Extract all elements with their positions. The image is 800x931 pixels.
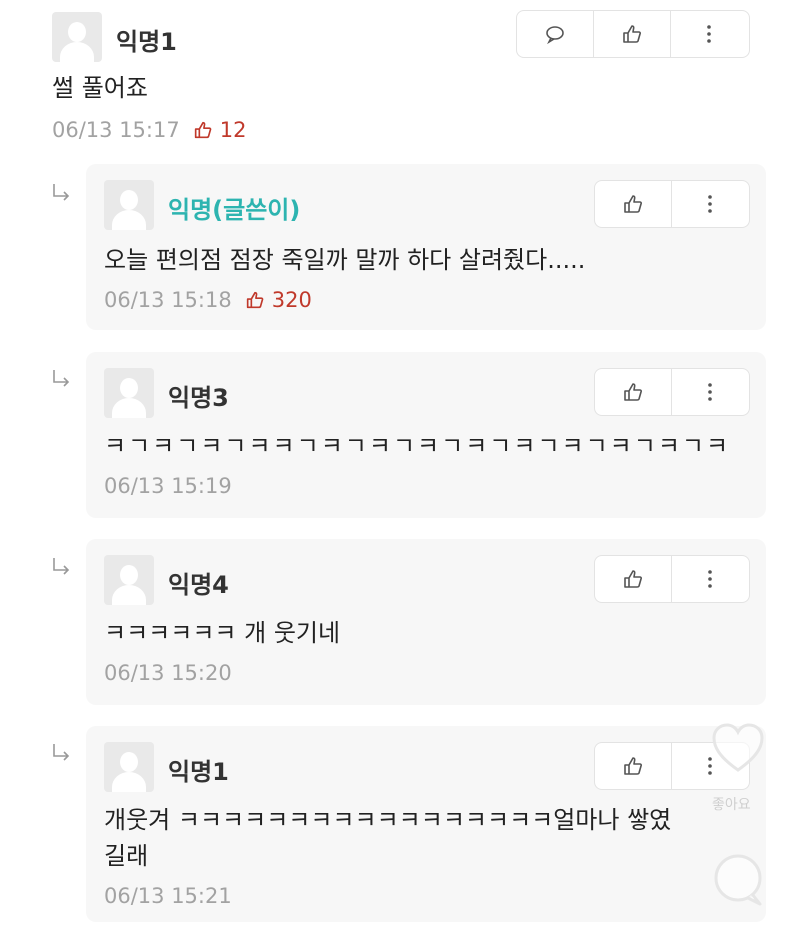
reply-button[interactable] bbox=[517, 11, 594, 57]
comment-meta: 06/13 15:19 bbox=[104, 474, 232, 498]
author-name: 익명(글쓴이) bbox=[168, 196, 301, 224]
heart-icon[interactable] bbox=[708, 720, 768, 776]
more-vertical-icon bbox=[708, 383, 712, 401]
thumbs-up-icon bbox=[623, 25, 641, 43]
thumbs-up-icon bbox=[624, 383, 642, 401]
author-name: 익명1 bbox=[116, 28, 177, 56]
like-overlay-label[interactable]: 좋아요 bbox=[712, 794, 751, 814]
more-button[interactable] bbox=[672, 369, 748, 415]
avatar bbox=[104, 368, 154, 418]
comment-text: 오늘 편의점 점장 죽일까 말까 하다 살려줬다..... bbox=[104, 246, 586, 274]
comment-actions bbox=[516, 10, 750, 58]
author-name: 익명1 bbox=[168, 758, 229, 786]
comment-text-line: 개웃겨 ㅋㅋㅋㅋㅋㅋㅋㅋㅋㅋㅋㅋㅋㅋㅋㅋㅋ얼마나 쌓였 bbox=[104, 806, 672, 834]
more-button[interactable] bbox=[672, 556, 748, 602]
more-button[interactable] bbox=[672, 181, 748, 227]
comment-actions bbox=[594, 180, 750, 228]
reply-arrow-icon bbox=[53, 184, 70, 201]
reply-item: 익명3 ㅋㄱㅋㄱㅋㄱㅋㅋㄱㅋㄱㅋㄱㅋㄱㅋㄱㅋㄱㅋㄱㅋㄱㅋㄱㅋ 06/13 15:… bbox=[86, 352, 766, 518]
comment-meta: 06/13 15:17 12 bbox=[52, 118, 246, 142]
more-button[interactable] bbox=[671, 11, 747, 57]
comment-meta: 06/13 15:20 bbox=[104, 661, 232, 685]
comment-actions bbox=[594, 368, 750, 416]
comment-text-line: 길래 bbox=[104, 842, 149, 870]
avatar bbox=[52, 12, 102, 62]
speech-bubble-icon bbox=[546, 26, 564, 45]
more-vertical-icon bbox=[708, 195, 712, 213]
chat-bubble-icon[interactable] bbox=[708, 850, 768, 910]
timestamp: 06/13 15:20 bbox=[104, 661, 232, 685]
comment-text: ㅋㄱㅋㄱㅋㄱㅋㅋㄱㅋㄱㅋㄱㅋㄱㅋㄱㅋㄱㅋㄱㅋㄱㅋㄱㅋ bbox=[104, 432, 731, 460]
avatar bbox=[104, 742, 154, 792]
author-name: 익명4 bbox=[168, 571, 229, 599]
like-count: 320 bbox=[244, 288, 312, 312]
reply-arrow-icon bbox=[53, 558, 70, 575]
more-vertical-icon bbox=[707, 25, 711, 43]
timestamp: 06/13 15:19 bbox=[104, 474, 232, 498]
thumbs-up-icon bbox=[194, 121, 212, 139]
like-button[interactable] bbox=[595, 556, 672, 602]
reply-item: 익명(글쓴이) 오늘 편의점 점장 죽일까 말까 하다 살려줬다..... 06… bbox=[86, 164, 766, 330]
timestamp: 06/13 15:18 bbox=[104, 288, 232, 312]
comment-actions bbox=[594, 555, 750, 603]
more-vertical-icon bbox=[708, 570, 712, 588]
like-button[interactable] bbox=[595, 369, 672, 415]
thumbs-up-icon bbox=[246, 291, 264, 309]
comment-meta: 06/13 15:21 bbox=[104, 884, 232, 908]
timestamp: 06/13 15:21 bbox=[104, 884, 232, 908]
reply-item: 익명4 ㅋㅋㅋㅋㅋㅋ 개 웃기네 06/13 15:20 bbox=[86, 539, 766, 705]
timestamp: 06/13 15:17 bbox=[52, 118, 180, 142]
like-count: 12 bbox=[192, 118, 246, 142]
avatar bbox=[104, 555, 154, 605]
comment-top: 익명1 썰 풀어죠 06/13 15:17 12 bbox=[0, 0, 800, 160]
thumbs-up-icon bbox=[624, 570, 642, 588]
avatar bbox=[104, 180, 154, 230]
comment-text: 썰 풀어죠 bbox=[52, 74, 148, 102]
thumbs-up-icon bbox=[624, 757, 642, 775]
reply-item: 익명1 개웃겨 ㅋㅋㅋㅋㅋㅋㅋㅋㅋㅋㅋㅋㅋㅋㅋㅋㅋ얼마나 쌓였 길래 06/13… bbox=[86, 726, 766, 922]
like-button[interactable] bbox=[595, 743, 672, 789]
thumbs-up-icon bbox=[624, 195, 642, 213]
comment-text: ㅋㅋㅋㅋㅋㅋ 개 웃기네 bbox=[104, 619, 341, 647]
like-button[interactable] bbox=[594, 11, 671, 57]
reply-arrow-icon bbox=[53, 744, 70, 761]
author-name: 익명3 bbox=[168, 384, 229, 412]
comment-meta: 06/13 15:18 320 bbox=[104, 288, 312, 312]
reply-arrow-icon bbox=[53, 370, 70, 387]
like-button[interactable] bbox=[595, 181, 672, 227]
